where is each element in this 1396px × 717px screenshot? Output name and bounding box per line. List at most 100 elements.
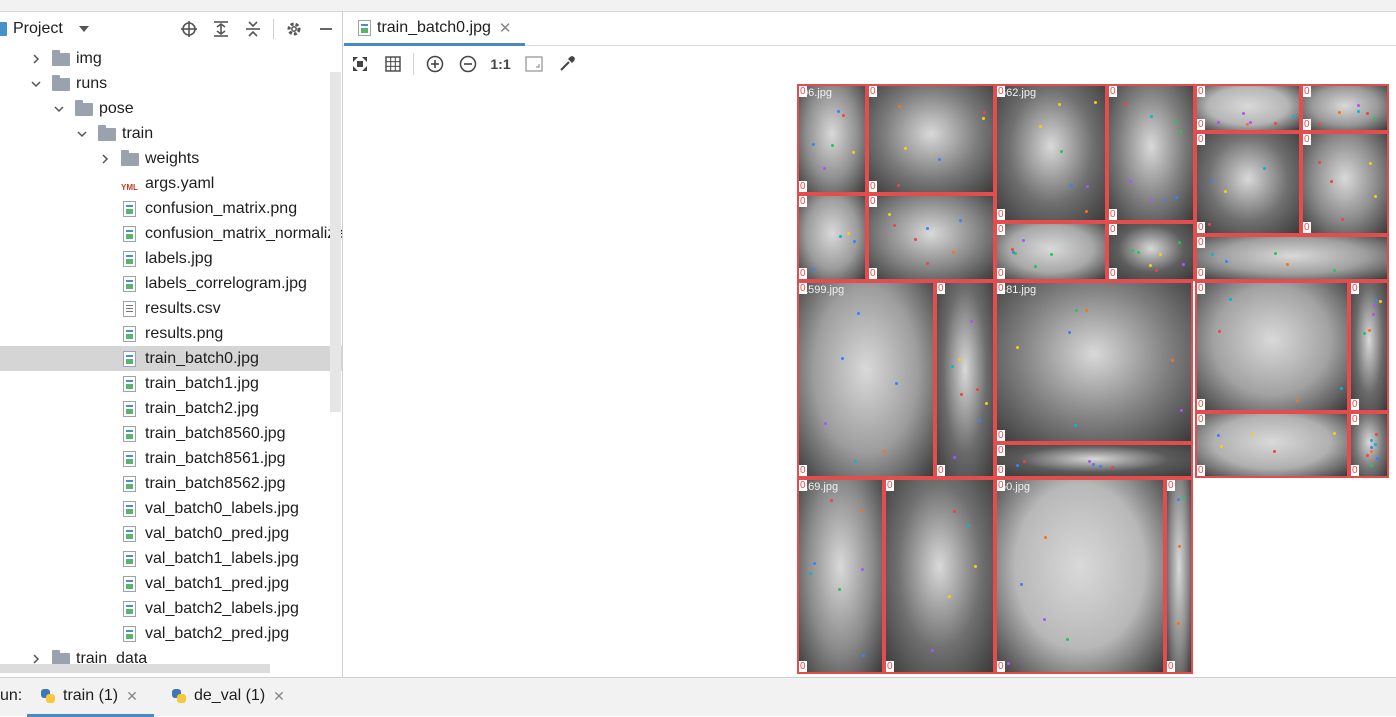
class-label: 0 — [1303, 222, 1311, 233]
keypoint-marker — [974, 565, 977, 568]
class-label: 0 — [1197, 237, 1205, 248]
tree-scrollbar[interactable] — [330, 72, 341, 412]
tree-folder[interactable]: runs — [0, 71, 342, 96]
keypoint-marker — [1179, 130, 1182, 133]
locate-icon[interactable] — [173, 12, 205, 46]
actual-size-button[interactable]: 1:1 — [484, 49, 517, 79]
keypoint-marker — [1274, 252, 1277, 255]
zoom-in-icon[interactable] — [418, 49, 451, 79]
tree-file[interactable]: confusion_matrix_normalize — [0, 221, 342, 246]
chevron-down-icon[interactable] — [53, 103, 65, 115]
keypoint-marker — [893, 224, 896, 227]
expand-all-icon[interactable] — [205, 12, 237, 46]
tree-file[interactable]: val_batch1_labels.jpg — [0, 546, 342, 571]
tree-file[interactable]: train_batch8562.jpg — [0, 471, 342, 496]
class-label: 0 — [1197, 399, 1205, 410]
tree-file[interactable]: YML args.yaml — [0, 171, 342, 196]
chevron-right-icon[interactable] — [30, 53, 42, 65]
keypoint-marker — [1210, 179, 1213, 182]
collapse-all-icon[interactable] — [237, 12, 269, 46]
image-file-icon — [123, 251, 136, 267]
keypoint-marker — [838, 588, 841, 591]
tree-folder[interactable]: weights — [0, 146, 342, 171]
fit-window-icon[interactable] — [517, 49, 550, 79]
class-label: 0 — [1197, 222, 1205, 233]
tree-file[interactable]: train_batch0.jpg — [0, 346, 342, 371]
yaml-file-icon: YML — [121, 183, 138, 192]
keypoint-marker — [1066, 638, 1069, 641]
tree-folder[interactable]: pose — [0, 96, 342, 121]
fit-zoom-icon[interactable] — [343, 49, 376, 79]
tree-file[interactable]: train_batch2.jpg — [0, 396, 342, 421]
class-label: 0 — [1351, 465, 1359, 476]
run-tab-label: de_val (1) — [194, 687, 266, 704]
tree-file[interactable]: val_batch2_labels.jpg — [0, 596, 342, 621]
keypoint-marker — [1211, 253, 1214, 256]
tree-file[interactable]: results.png — [0, 321, 342, 346]
keypoint-marker — [1050, 253, 1053, 256]
keypoint-marker — [841, 357, 844, 360]
project-header: Project — [0, 12, 342, 46]
chevron-right-icon[interactable] — [30, 653, 42, 665]
close-icon[interactable]: ✕ — [499, 19, 512, 37]
keypoint-marker — [1092, 463, 1095, 466]
keypoint-marker — [1111, 466, 1114, 469]
keypoint-marker — [1171, 359, 1174, 362]
keypoint-marker — [1292, 115, 1295, 118]
image-file-icon — [123, 601, 136, 617]
close-icon[interactable]: ✕ — [273, 688, 285, 705]
gear-icon[interactable] — [278, 12, 310, 46]
tree-folder[interactable]: train — [0, 121, 342, 146]
keypoint-marker — [812, 143, 815, 146]
run-tab-train[interactable]: train (1) ✕ — [27, 678, 154, 717]
chevron-down-icon[interactable] — [78, 26, 89, 32]
keypoint-marker — [926, 262, 929, 265]
chevron-down-icon[interactable] — [30, 78, 42, 90]
toolbar-divider — [273, 19, 274, 39]
image-file-icon — [123, 376, 136, 392]
keypoint-marker — [1251, 433, 1254, 436]
keypoint-marker — [1182, 263, 1185, 266]
keypoint-marker — [1022, 239, 1025, 242]
color-picker-icon[interactable] — [550, 49, 583, 79]
keypoint-marker — [1333, 432, 1336, 435]
tree-file[interactable]: val_batch0_labels.jpg — [0, 496, 342, 521]
project-tree: img runs pose train weights YML args.yaml confu… — [0, 46, 342, 671]
hide-panel-icon[interactable] — [310, 12, 342, 46]
project-title[interactable]: Project — [13, 20, 63, 38]
zoom-out-icon[interactable] — [451, 49, 484, 79]
keypoint-marker — [1366, 454, 1369, 457]
grid-icon[interactable] — [376, 49, 409, 79]
tree-file[interactable]: results.csv — [0, 296, 342, 321]
class-label: 0 — [1197, 283, 1205, 294]
close-icon[interactable]: ✕ — [126, 688, 138, 705]
tree-file[interactable]: train_batch8561.jpg — [0, 446, 342, 471]
folder-icon — [75, 100, 93, 116]
tree-file[interactable]: labels.jpg — [0, 246, 342, 271]
train-batch-image: 06.jpg 0 0 0 0 0 0 0 0 662.jpg 0 0 0 0 0 0 0 0 0 0 0 0 0 0 0 0 0 0 1… — [797, 84, 1389, 674]
tab-train-batch0[interactable]: train_batch0.jpg ✕ — [344, 12, 525, 46]
run-tab-de-val[interactable]: de_val (1) ✕ — [172, 678, 302, 714]
keypoint-marker — [1075, 309, 1078, 312]
tree-file[interactable]: val_batch1_pred.jpg — [0, 571, 342, 596]
tree-file[interactable]: train_batch1.jpg — [0, 371, 342, 396]
tree-folder[interactable]: img — [0, 46, 342, 71]
image-file-icon — [123, 426, 136, 442]
image-file-icon — [123, 351, 136, 367]
keypoint-marker — [1131, 249, 1134, 252]
face-tile: 00 — [867, 194, 995, 281]
keypoint-marker — [1043, 618, 1046, 621]
tree-file[interactable]: confusion_matrix.png — [0, 196, 342, 221]
chevron-down-icon[interactable] — [76, 128, 88, 140]
tree-item-label: val_batch2_pred.jpg — [145, 624, 290, 642]
tree-horizontal-scrollbar[interactable] — [0, 664, 270, 673]
tree-file[interactable]: labels_correlogram.jpg — [0, 271, 342, 296]
project-panel: Project img runs pose train weights YML args.y… — [0, 12, 343, 677]
tree-item-label: confusion_matrix_normalize — [145, 224, 343, 242]
class-label: 0 — [869, 181, 877, 192]
tree-file[interactable]: train_batch8560.jpg — [0, 421, 342, 446]
tree-file[interactable]: val_batch2_pred.jpg — [0, 621, 342, 646]
chevron-right-icon[interactable] — [99, 153, 111, 165]
tree-file[interactable]: val_batch0_pred.jpg — [0, 521, 342, 546]
keypoint-marker — [1177, 498, 1180, 501]
